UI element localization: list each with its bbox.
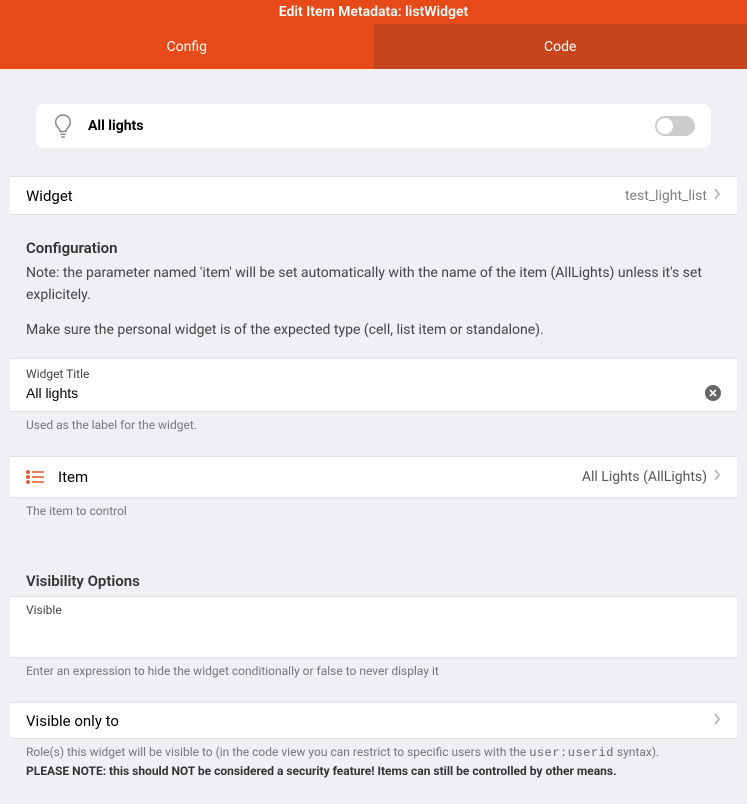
security-note: PLEASE NOTE: this should NOT be consider… — [26, 764, 721, 778]
tab-config[interactable]: Config — [0, 24, 374, 69]
item-row-label: Item — [58, 468, 582, 486]
chevron-right-icon — [713, 713, 721, 729]
widget-title-helper: Used as the label for the widget. — [10, 412, 737, 442]
visible-only-label: Visible only to — [26, 712, 713, 730]
chevron-right-icon — [713, 469, 721, 485]
config-note-1: Note: the parameter named 'item' will be… — [26, 263, 721, 306]
config-note-2: Make sure the personal widget is of the … — [26, 320, 721, 342]
lightbulb-icon — [52, 113, 74, 139]
content: All lights Widget test_light_list Config… — [0, 104, 747, 804]
roles-helper-prefix: Role(s) this widget will be visible to (… — [26, 745, 529, 759]
widget-title-block: Widget Title — [10, 358, 737, 412]
widget-title-label: Widget Title — [26, 367, 721, 381]
preview-toggle[interactable] — [655, 116, 695, 136]
widget-row[interactable]: Widget test_light_list — [10, 176, 737, 215]
visible-block[interactable]: Visible — [10, 596, 737, 658]
chevron-right-icon — [713, 188, 721, 204]
header: Edit Item Metadata: listWidget Config Co… — [0, 0, 747, 69]
preview-card: All lights — [36, 104, 711, 148]
item-row-value: All Lights (AllLights) — [582, 469, 707, 485]
visible-only-row[interactable]: Visible only to — [10, 702, 737, 739]
widget-row-value: test_light_list — [625, 188, 707, 204]
list-icon — [26, 470, 44, 484]
clear-icon[interactable] — [705, 385, 721, 401]
widget-row-title: Widget — [26, 187, 625, 205]
item-row[interactable]: Item All Lights (AllLights) — [10, 456, 737, 498]
tabs: Config Code — [0, 24, 747, 69]
roles-helper-suffix: syntax). — [614, 745, 659, 759]
roles-helper-code: user:userid — [529, 746, 614, 760]
preview-label: All lights — [88, 118, 655, 134]
visible-label: Visible — [26, 603, 721, 617]
configuration-notes: Note: the parameter named 'item' will be… — [10, 263, 737, 358]
item-helper: The item to control — [10, 498, 737, 528]
widget-title-input[interactable] — [26, 383, 705, 403]
tab-code[interactable]: Code — [374, 24, 747, 69]
configuration-header: Configuration — [10, 215, 737, 263]
page-title: Edit Item Metadata: listWidget — [0, 0, 747, 24]
visibility-header: Visibility Options — [10, 558, 737, 596]
visible-helper: Enter an expression to hide the widget c… — [10, 658, 737, 688]
